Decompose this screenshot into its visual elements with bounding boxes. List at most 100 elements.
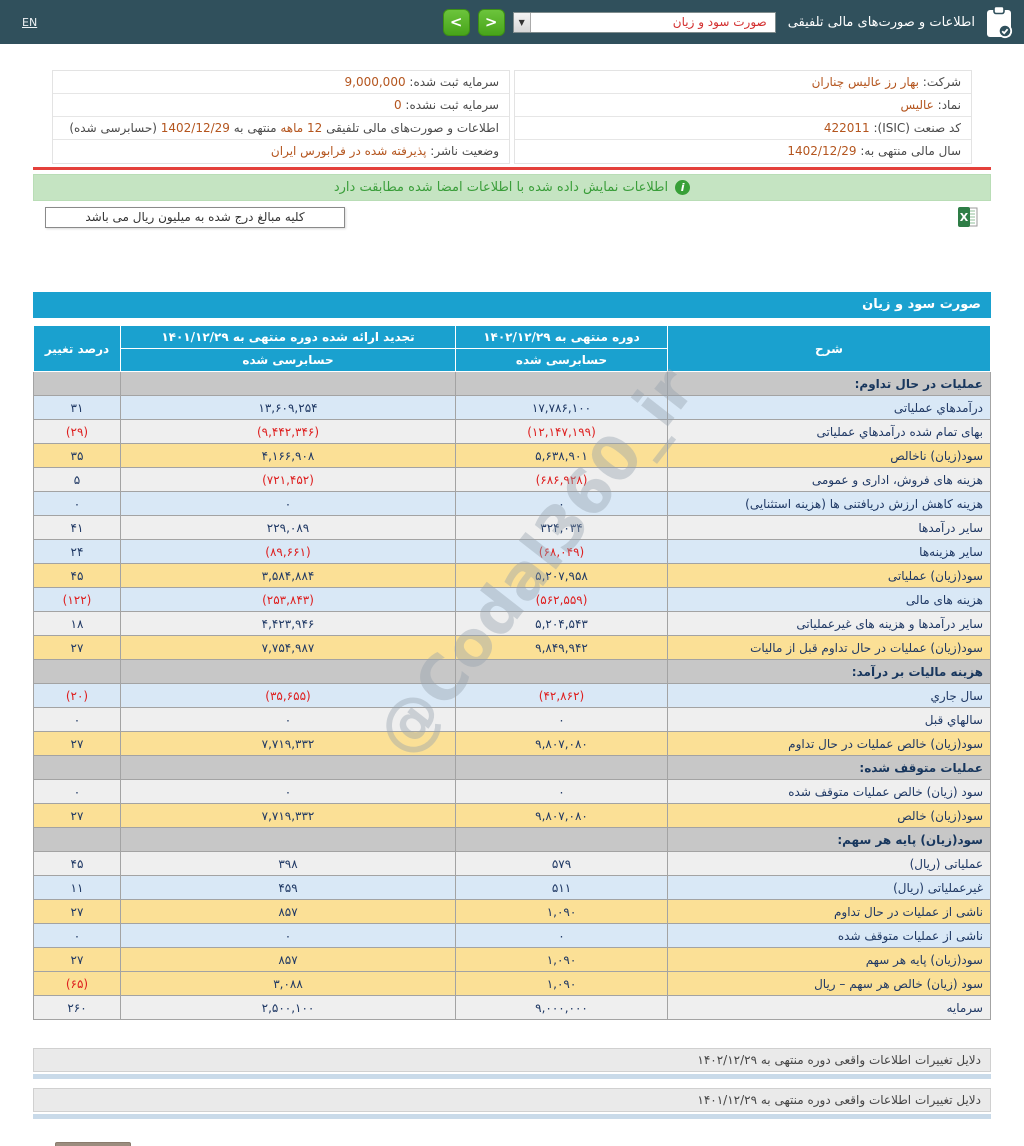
page-title: اطلاعات و صورت‌های مالی تلفیقی [787, 14, 975, 30]
cell-percent-change: ۴۱ [33, 515, 121, 540]
cell-value: (۵۶۲,۵۵۹) [455, 587, 668, 612]
cell-value [120, 371, 456, 396]
chevron-down-icon[interactable]: ▼ [513, 12, 531, 32]
row-label: سال جاري [667, 683, 991, 708]
cell-percent-change: ۲۴ [33, 539, 121, 564]
footer: خروج [0, 1128, 1024, 1146]
cell-percent-change: ۲۷ [33, 947, 121, 972]
accordion-bar[interactable]: دلایل تغییرات اطلاعات واقعی دوره منتهی ب… [33, 1088, 991, 1112]
cell-value [455, 659, 668, 684]
row-label: عملیات متوقف شده: [667, 755, 991, 780]
info-icon: i [675, 180, 691, 195]
cell-value: (۳۵,۶۵۵) [120, 683, 456, 708]
row-label: عملیاتی (ریال) [667, 851, 991, 876]
row-label: درآمدهاي عملیاتی [667, 395, 991, 420]
cell-value: (۶۸۶,۹۲۸) [455, 467, 668, 492]
cell-value: ۲,۵۰۰,۱۰۰ [120, 995, 456, 1020]
info-row: سرمایه ثبت شده: 9,000,000 [53, 71, 509, 94]
row-label: سود(زیان) خالص عملیات در حال تداوم [667, 731, 991, 756]
table-row: درآمدهاي عملیاتی ۱۷,۷۸۶,۱۰۰ ۱۳,۶۰۹,۲۵۴ ۳۱ [33, 395, 991, 420]
row-label: سود(زیان) پایه هر سهم [667, 947, 991, 972]
cell-value: ۴,۴۲۳,۹۴۶ [120, 611, 456, 636]
row-label: ناشی از عملیات در حال تداوم [667, 899, 991, 924]
language-switch-link[interactable]: EN [22, 16, 37, 29]
cell-percent-change [33, 371, 121, 396]
cell-percent-change: ۲۷ [33, 803, 121, 828]
header-percent-change: درصد تغییر [33, 325, 121, 372]
cell-percent-change [33, 827, 121, 852]
chevron-left-icon: < [449, 12, 463, 31]
table-row: سود (زیان) خالص هر سهم – ریال ۱,۰۹۰ ۳,۰۸۸(… [33, 971, 991, 996]
header-audited-current: حسابرسی شده [455, 348, 668, 372]
chevron-right-icon: > [484, 12, 498, 31]
cell-value [120, 827, 456, 852]
prev-statement-button[interactable]: < [442, 8, 470, 36]
info-value: 9,000,000 [344, 75, 406, 89]
table-row: سود (زیان) خالص عملیات متوقف شده ۰ ۰ ۰ [33, 779, 991, 804]
cell-value: (۴۲,۸۶۲) [455, 683, 668, 708]
accordion: دلایل تغییرات اطلاعات واقعی دوره منتهی ب… [33, 1088, 991, 1119]
cell-value: ۹,۸۴۹,۹۴۲ [455, 635, 668, 660]
row-label: سالهاي قبل [667, 707, 991, 732]
table-row: سود(زیان) عملیاتی ۵,۲۰۷,۹۵۸ ۳,۵۸۴,۸۸۴ ۴۵ [33, 563, 991, 588]
cell-value: ۵,۲۰۷,۹۵۸ [455, 563, 668, 588]
info-label: وضعیت ناشر: [426, 144, 499, 158]
clipboard-check-icon [987, 5, 1013, 39]
info-value: 1402/12/29 [787, 144, 857, 158]
cell-percent-change: ۱۸ [33, 611, 121, 636]
cell-value [455, 371, 668, 396]
company-info: شرکت: بهار رز عالیس چناران نماد: عالیس کد … [52, 70, 972, 164]
cell-percent-change [33, 659, 121, 684]
row-label: سود (زیان) خالص عملیات متوقف شده [667, 779, 991, 804]
cell-value: ۹,۰۰۰,۰۰۰ [455, 995, 668, 1020]
section-row: عملیات متوقف شده: [33, 755, 991, 780]
table-row: سود(زیان) خالص ۹,۸۰۷,۰۸۰ ۷,۷۱۹,۳۳۲ ۲۷ [33, 803, 991, 828]
cell-value: ۰ [455, 491, 668, 516]
cell-value: (۸۹,۶۶۱) [120, 539, 456, 564]
excel-export-icon[interactable]: X [957, 206, 979, 228]
statement-title-bar: صورت سود و زیان [33, 292, 991, 318]
row-label: غیرعملیاتی (ریال) [667, 875, 991, 900]
exit-button[interactable]: خروج [55, 1142, 131, 1146]
table-row: سود(زیان) ناخالص ۵,۶۳۸,۹۰۱ ۴,۱۶۶,۹۰۸ ۳۵ [33, 443, 991, 468]
cell-value: ۳۹۸ [120, 851, 456, 876]
info-value: 0 [393, 98, 402, 112]
cell-value: (۷۲۱,۴۵۲) [120, 467, 456, 492]
row-label: هزینه های مالی [667, 587, 991, 612]
cell-percent-change: ۲۷ [33, 899, 121, 924]
table-header: شرح دوره منتهی به ۱۴۰۲/۱۲/۲۹ تجدید ارائه… [33, 325, 991, 372]
row-label: سایر درآمدها [667, 515, 991, 540]
info-value: بهار رز عالیس چناران [811, 75, 919, 89]
info-row: وضعیت ناشر: پذیرفته شده در فرابورس ایران [53, 140, 509, 163]
table-row: سالهاي قبل ۰ ۰ ۰ [33, 707, 991, 732]
cell-percent-change [33, 755, 121, 780]
next-statement-button[interactable]: > [477, 8, 505, 36]
table-row: سال جاري (۴۲,۸۶۲) (۳۵,۶۵۵) (۲۰) [33, 683, 991, 708]
cell-value: ۵۱۱ [455, 875, 668, 900]
cell-value: ۳۲۴,۰۳۴ [455, 515, 668, 540]
cell-value: ۸۵۷ [120, 899, 456, 924]
info-label: شرکت: [918, 75, 961, 89]
cell-percent-change: ۲۶۰ [33, 995, 121, 1020]
cell-value [120, 659, 456, 684]
company-info-right-column: شرکت: بهار رز عالیس چناران نماد: عالیس کد … [514, 70, 972, 164]
statement-select[interactable]: صورت سود و زیان ▼ [512, 11, 776, 33]
accordion-bar[interactable]: دلایل تغییرات اطلاعات واقعی دوره منتهی ب… [33, 1048, 991, 1072]
row-label: ناشی از عملیات متوقف شده [667, 923, 991, 948]
cell-value: ۴,۱۶۶,۹۰۸ [120, 443, 456, 468]
income-statement-table: شرح دوره منتهی به ۱۴۰۲/۱۲/۲۹ تجدید ارائه… [33, 325, 991, 1020]
table-row: ناشی از عملیات متوقف شده ۰ ۰ ۰ [33, 923, 991, 948]
info-label: منتهی به [229, 121, 281, 135]
cell-percent-change: ۲۷ [33, 731, 121, 756]
cell-value: (۲۵۳,۸۴۳) [120, 587, 456, 612]
row-label: سود(زیان) عملیات در حال تداوم قبل از مال… [667, 635, 991, 660]
info-row: سرمایه ثبت نشده: 0 [53, 94, 509, 117]
cell-percent-change: ۳۱ [33, 395, 121, 420]
info-label: نماد: [933, 98, 961, 112]
row-label: سود(زیان) خالص [667, 803, 991, 828]
change-reason-accordions: دلایل تغییرات اطلاعات واقعی دوره منتهی ب… [33, 1048, 991, 1119]
info-label: اطلاعات و صورت‌های مالی تلفیقی [322, 121, 499, 135]
info-label: (حسابرسی شده) [69, 121, 161, 135]
cell-percent-change: ۲۷ [33, 635, 121, 660]
signed-data-banner-text: اطلاعات نمایش داده شده با اطلاعات امضا ش… [333, 180, 669, 195]
